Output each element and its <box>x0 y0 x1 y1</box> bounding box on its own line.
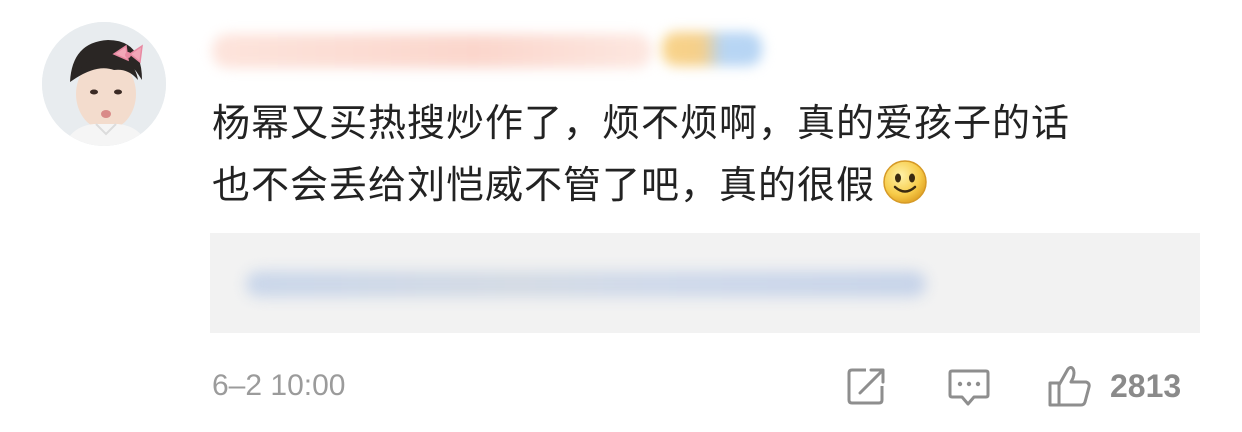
comment-line-1: 杨幂又买热搜炒作了，烦不烦啊，真的爱孩子的话 <box>212 101 1071 145</box>
share-icon <box>847 368 885 405</box>
comment-icon <box>948 369 990 406</box>
username-blurred[interactable] <box>212 26 772 72</box>
like-count: 2813 <box>1110 367 1182 404</box>
comment-timestamp: 6–2 10:00 <box>212 369 346 402</box>
reply-preview-blur <box>246 271 926 297</box>
smiley-icon <box>881 158 929 224</box>
comment-button[interactable] <box>946 362 992 410</box>
comment-line-2: 也不会丢给刘恺威不管了吧，真的很假 <box>212 154 1212 224</box>
share-button[interactable] <box>844 362 888 410</box>
comment-text: 杨幂又买热搜炒作了，烦不烦啊，真的爱孩子的话 也不会丢给刘恺威不管了吧，真的很假 <box>212 92 1212 224</box>
user-badge-blur <box>662 32 762 66</box>
thumbs-up-icon <box>1048 366 1091 407</box>
reply-preview[interactable] <box>210 233 1200 333</box>
avatar[interactable] <box>42 22 166 146</box>
like-button[interactable]: 2813 <box>1046 362 1181 410</box>
username-blur <box>212 34 652 68</box>
comment-line-2-text: 也不会丢给刘恺威不管了吧，真的很假 <box>212 163 876 207</box>
avatar-image <box>42 22 166 146</box>
